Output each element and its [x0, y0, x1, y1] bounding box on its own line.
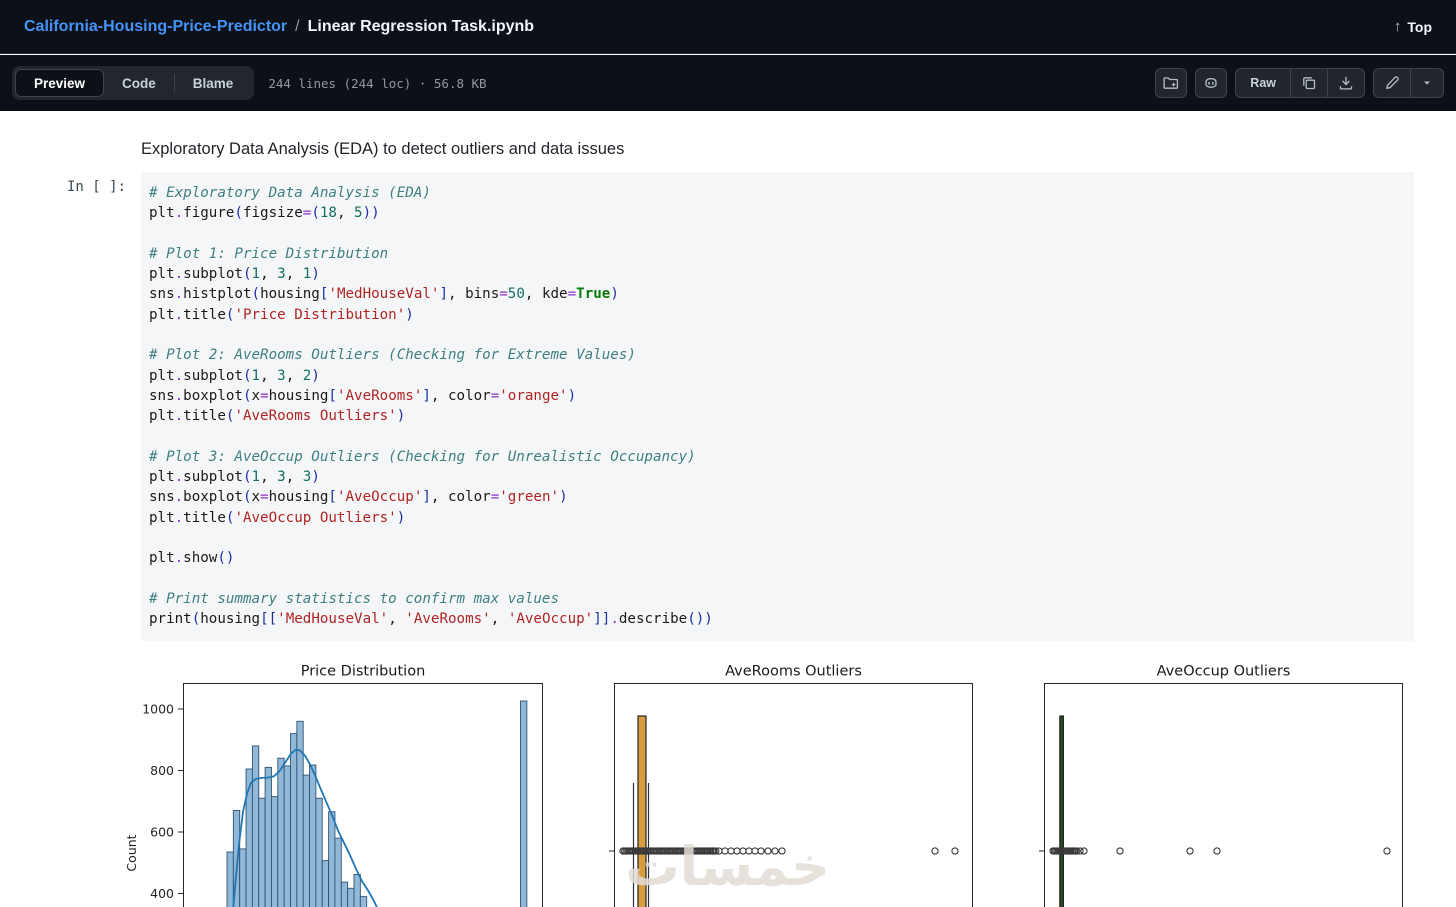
- svg-text:Price Distribution: Price Distribution: [301, 664, 426, 680]
- code-cell: # Exploratory Data Analysis (EDA)plt.fig…: [141, 172, 1414, 641]
- copilot-button[interactable]: [1195, 68, 1227, 98]
- svg-text:400: 400: [150, 886, 174, 901]
- svg-text:AveOccup Outliers: AveOccup Outliers: [1157, 664, 1291, 680]
- svg-text:Count: Count: [124, 834, 139, 871]
- svg-text:600: 600: [150, 825, 174, 840]
- output-area: Price Distribution 400 600 800 1000 Count AveR…: [0, 655, 1456, 907]
- copy-raw-button[interactable]: [1291, 68, 1328, 98]
- breadcrumb-repo-link[interactable]: California-Housing-Price-Predictor: [24, 18, 287, 36]
- copy-icon: [1301, 75, 1317, 91]
- raw-button[interactable]: Raw: [1235, 68, 1291, 98]
- cell-prompt: In [ ]:: [38, 179, 126, 195]
- file-toolbar: Preview Code Blame 244 lines (244 loc) ·…: [0, 55, 1456, 111]
- copilot-icon: [1203, 75, 1219, 91]
- svg-text:AveRooms Outliers: AveRooms Outliers: [725, 664, 862, 680]
- tab-blame[interactable]: Blame: [175, 69, 252, 97]
- breadcrumb-separator: /: [295, 18, 299, 36]
- raw-actions-group: Raw: [1235, 68, 1365, 98]
- file-info-text: 244 lines (244 loc) · 56.8 KB: [268, 76, 486, 91]
- back-to-top-link[interactable]: ↑ Top: [1394, 18, 1432, 35]
- raw-label: Raw: [1246, 76, 1280, 90]
- file-actions: Raw: [1155, 68, 1444, 98]
- code-lines: # Exploratory Data Analysis (EDA)plt.fig…: [149, 183, 1406, 630]
- edit-file-button[interactable]: [1373, 68, 1411, 98]
- output-figure: Price Distribution 400 600 800 1000 Count AveR…: [0, 655, 1456, 907]
- markdown-cell: Exploratory Data Analysis (EDA) to detec…: [141, 140, 624, 159]
- edit-dropdown-button[interactable]: [1411, 68, 1444, 98]
- page-header: California-Housing-Price-Predictor / Lin…: [0, 0, 1456, 54]
- breadcrumb: California-Housing-Price-Predictor / Lin…: [24, 18, 534, 36]
- folder-sparkle-icon: [1163, 75, 1179, 91]
- download-icon: [1338, 75, 1354, 91]
- pencil-icon: [1384, 75, 1400, 91]
- notebook-preview: Exploratory Data Analysis (EDA) to detec…: [0, 111, 1456, 907]
- tab-code[interactable]: Code: [104, 69, 174, 97]
- open-symbols-panel-button[interactable]: [1155, 68, 1187, 98]
- svg-text:1000: 1000: [142, 702, 174, 717]
- download-raw-button[interactable]: [1328, 68, 1365, 98]
- up-arrow-icon: ↑: [1394, 18, 1402, 35]
- svg-text:800: 800: [150, 763, 174, 778]
- edit-actions-group: [1373, 68, 1444, 98]
- view-switcher: Preview Code Blame: [12, 66, 254, 100]
- back-to-top-label: Top: [1407, 19, 1432, 35]
- chevron-down-icon: [1421, 77, 1433, 89]
- github-file-preview-page: California-Housing-Price-Predictor / Lin…: [0, 0, 1456, 907]
- tab-preview[interactable]: Preview: [15, 69, 104, 97]
- breadcrumb-file-name: Linear Regression Task.ipynb: [308, 18, 534, 36]
